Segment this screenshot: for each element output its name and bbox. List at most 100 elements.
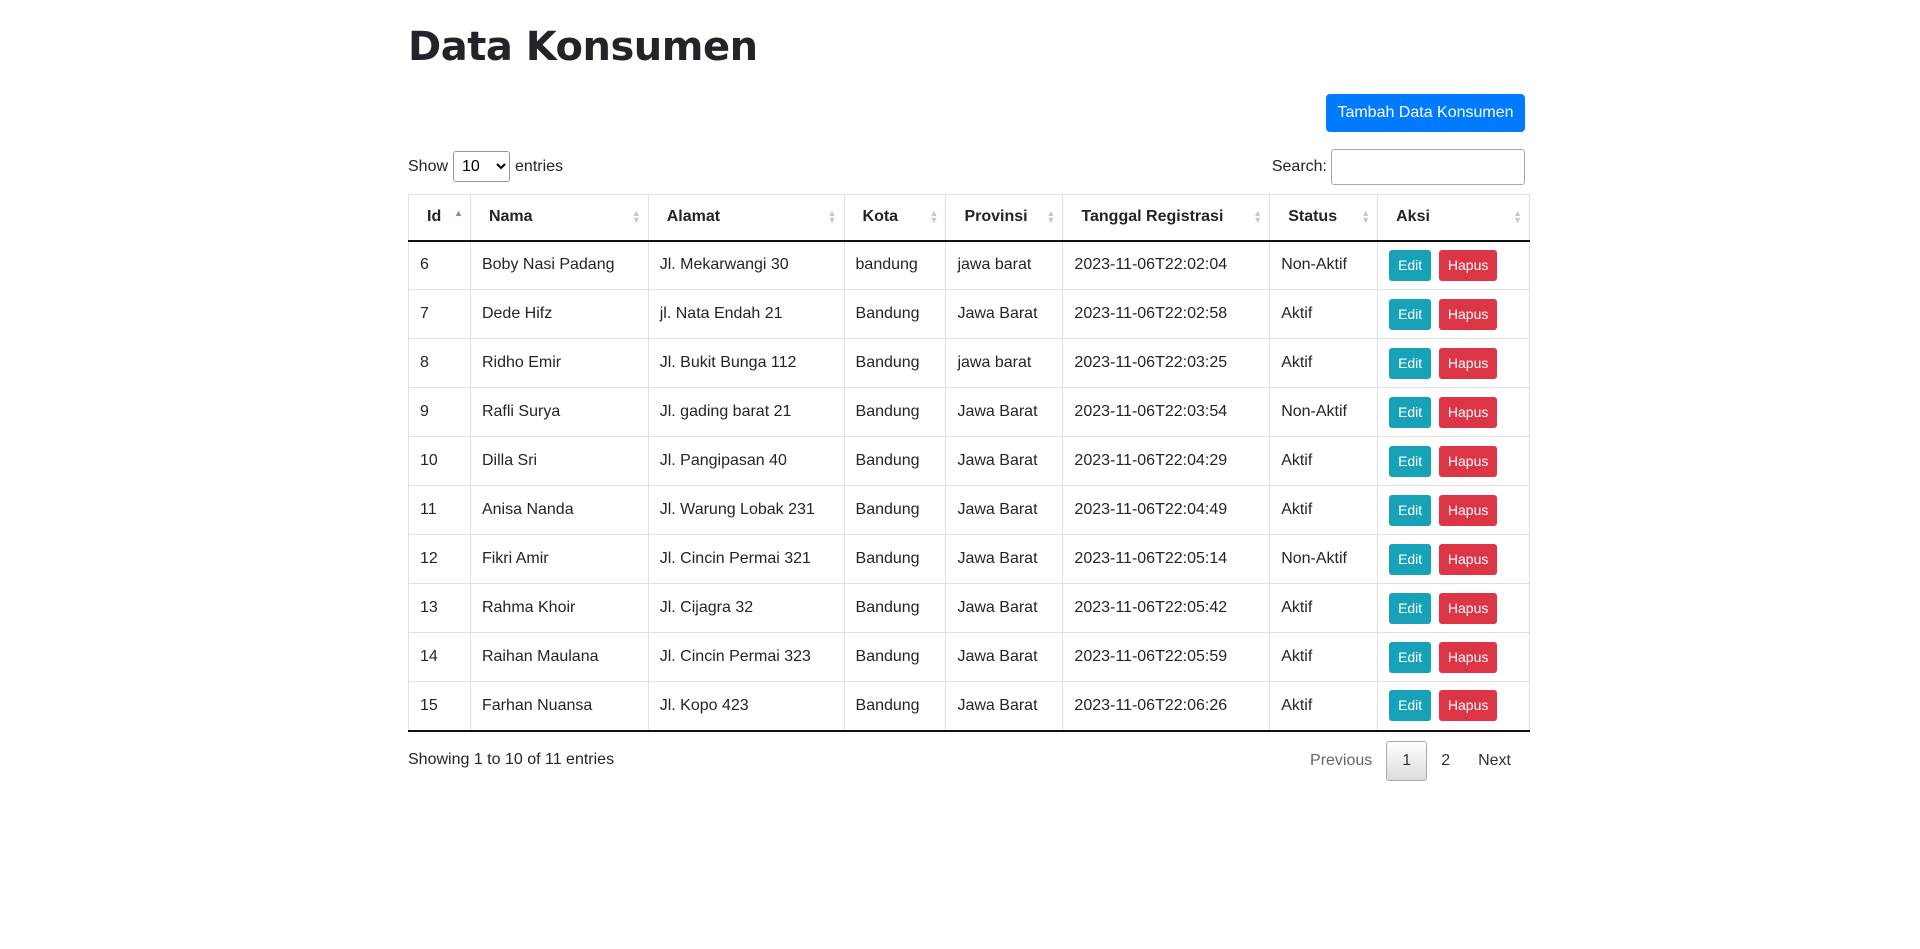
cell-provinsi: Jawa Barat — [945, 534, 1064, 584]
cell-tanggal-registrasi: 2023-11-06T22:05:59 — [1062, 632, 1271, 682]
delete-button[interactable]: Hapus — [1439, 249, 1498, 281]
cell-id: 7 — [408, 289, 471, 339]
cell-tanggal-registrasi: 2023-11-06T22:04:49 — [1062, 485, 1271, 535]
cell-status: Aktif — [1269, 338, 1379, 388]
cell-aksi: Edit Hapus — [1377, 681, 1530, 732]
edit-button[interactable]: Edit — [1389, 641, 1432, 673]
sort-down-icon: ▼ — [1253, 215, 1263, 225]
column-header-aksi[interactable]: Aksi ▲ ▼ — [1377, 194, 1530, 242]
table-row: 12 Fikri Amir Jl. Cincin Permai 321 Bandung… — [408, 534, 1530, 584]
delete-button[interactable]: Hapus — [1439, 396, 1498, 428]
delete-button[interactable]: Hapus — [1439, 543, 1498, 575]
table-header-row: Id▲▼Nama▲▼Alamat▲▼Kota▲▼Provinsi▲▼Tangga… — [408, 194, 1530, 242]
cell-alamat: Jl. Warung Lobak 231 — [647, 485, 845, 535]
cell-alamat: Jl. gading barat 21 — [647, 387, 845, 437]
table-row: 11 Anisa Nanda Jl. Warung Lobak 231 Bandung… — [408, 485, 1530, 535]
column-header-label: Nama — [488, 208, 533, 226]
delete-button[interactable]: Hapus — [1439, 494, 1498, 526]
sort-icon: ▲▼ — [632, 209, 641, 225]
cell-status: Aktif — [1269, 632, 1379, 682]
delete-button[interactable]: Hapus — [1439, 445, 1498, 477]
cell-provinsi: jawa barat — [945, 240, 1064, 290]
column-header-label: Tanggal Registrasi — [1081, 208, 1224, 226]
edit-button[interactable]: Edit — [1389, 396, 1432, 428]
sort-down-icon: ▼ — [929, 215, 939, 225]
cell-id: 11 — [408, 485, 471, 535]
column-header-label: Id — [427, 208, 442, 226]
edit-button[interactable]: Edit — [1389, 494, 1432, 526]
edit-button[interactable]: Edit — [1389, 347, 1432, 379]
column-header-kota[interactable]: Kota ▲ ▼ — [843, 194, 947, 242]
edit-button[interactable]: Edit — [1389, 690, 1432, 722]
cell-tanggal-registrasi: 2023-11-06T22:02:58 — [1062, 289, 1271, 339]
edit-button[interactable]: Edit — [1389, 445, 1432, 477]
cell-kota: Bandung — [843, 436, 947, 486]
cell-id: 8 — [408, 338, 471, 388]
search-input[interactable] — [1331, 149, 1525, 185]
sort-down-icon: ▼ — [1513, 215, 1522, 225]
edit-button[interactable]: Edit — [1389, 543, 1432, 575]
column-header-label: Kota — [862, 208, 899, 226]
sort-icon: ▲▼ — [1513, 209, 1522, 225]
customer-table: Id▲▼Nama▲▼Alamat▲▼Kota▲▼Provinsi▲▼Tangga… — [408, 194, 1530, 732]
column-header-provinsi[interactable]: Provinsi ▲ ▼ — [945, 194, 1064, 242]
entries-select[interactable]: 10 — [453, 151, 511, 182]
cell-status: Aktif — [1269, 436, 1379, 486]
cell-provinsi: Jawa Barat — [945, 387, 1064, 437]
edit-button[interactable]: Edit — [1389, 249, 1432, 281]
sort-icon: ▲▼ — [828, 209, 837, 225]
column-header-status[interactable]: Status ▲ ▼ — [1269, 194, 1379, 242]
cell-provinsi: Jawa Barat — [945, 289, 1064, 339]
table-row: 7 Dede Hifz jl. Nata Endah 21 Bandung Jawa B… — [408, 289, 1530, 339]
entries-label: entries — [515, 157, 564, 175]
edit-button[interactable]: Edit — [1389, 298, 1432, 330]
edit-button[interactable]: Edit — [1389, 592, 1432, 624]
page-title: Data Konsumen — [408, 24, 758, 70]
delete-button[interactable]: Hapus — [1439, 592, 1498, 624]
cell-status: Non-Aktif — [1269, 240, 1379, 290]
cell-kota: Bandung — [843, 583, 947, 633]
delete-button[interactable]: Hapus — [1439, 347, 1498, 379]
cell-aksi: Edit Hapus — [1377, 583, 1530, 633]
cell-tanggal-registrasi: 2023-11-06T22:02:04 — [1062, 240, 1271, 290]
cell-aksi: Edit Hapus — [1377, 338, 1530, 388]
pagination-page-1[interactable]: 1 — [1386, 741, 1428, 781]
cell-aksi: Edit Hapus — [1377, 387, 1530, 437]
delete-button[interactable]: Hapus — [1439, 298, 1498, 330]
column-header-tanggal-registrasi[interactable]: Tanggal Registrasi ▲ ▼ — [1062, 194, 1271, 242]
cell-kota: Bandung — [843, 485, 947, 535]
cell-alamat: Jl. Bukit Bunga 112 — [647, 338, 845, 388]
pagination-page-2[interactable]: 2 — [1427, 741, 1464, 781]
delete-button[interactable]: Hapus — [1439, 641, 1498, 673]
cell-nama: Dede Hifz — [469, 289, 649, 339]
cell-kota: Bandung — [843, 289, 947, 339]
pagination: Previous 1 2 Next — [1296, 741, 1525, 781]
sort-icon: ▲▼ — [929, 209, 939, 225]
pagination-previous[interactable]: Previous — [1296, 741, 1386, 781]
cell-aksi: Edit Hapus — [1377, 485, 1530, 535]
cell-id: 15 — [408, 681, 471, 732]
table-row: 9 Rafli Surya Jl. gading barat 21 Bandung Ja… — [408, 387, 1530, 437]
cell-status: Aktif — [1269, 583, 1379, 633]
cell-nama: Ridho Emir — [469, 338, 649, 388]
add-customer-button[interactable]: Tambah Data Konsumen — [1326, 94, 1525, 132]
table-row: 10 Dilla Sri Jl. Pangipasan 40 Bandung Jawa … — [408, 436, 1530, 486]
cell-nama: Anisa Nanda — [469, 485, 649, 535]
cell-kota: Bandung — [843, 387, 947, 437]
cell-provinsi: Jawa Barat — [945, 583, 1064, 633]
cell-kota: Bandung — [843, 534, 947, 584]
cell-nama: Fikri Amir — [469, 534, 649, 584]
search-control: Search: — [1272, 149, 1525, 185]
cell-nama: Raihan Maulana — [469, 632, 649, 682]
column-header-nama[interactable]: Nama ▲ ▼ — [469, 194, 649, 242]
column-header-alamat[interactable]: Alamat ▲ ▼ — [647, 194, 845, 242]
table-row: 15 Farhan Nuansa Jl. Kopo 423 Bandung Jawa B… — [408, 681, 1530, 732]
delete-button[interactable]: Hapus — [1439, 690, 1498, 722]
cell-provinsi: Jawa Barat — [945, 632, 1064, 682]
column-header-id[interactable]: Id ▲▼ — [408, 194, 471, 242]
cell-nama: Dilla Sri — [469, 436, 649, 486]
sort-up-icon: ▲ — [454, 208, 463, 218]
cell-tanggal-registrasi: 2023-11-06T22:03:25 — [1062, 338, 1271, 388]
cell-aksi: Edit Hapus — [1377, 632, 1530, 682]
pagination-next[interactable]: Next — [1464, 741, 1525, 781]
